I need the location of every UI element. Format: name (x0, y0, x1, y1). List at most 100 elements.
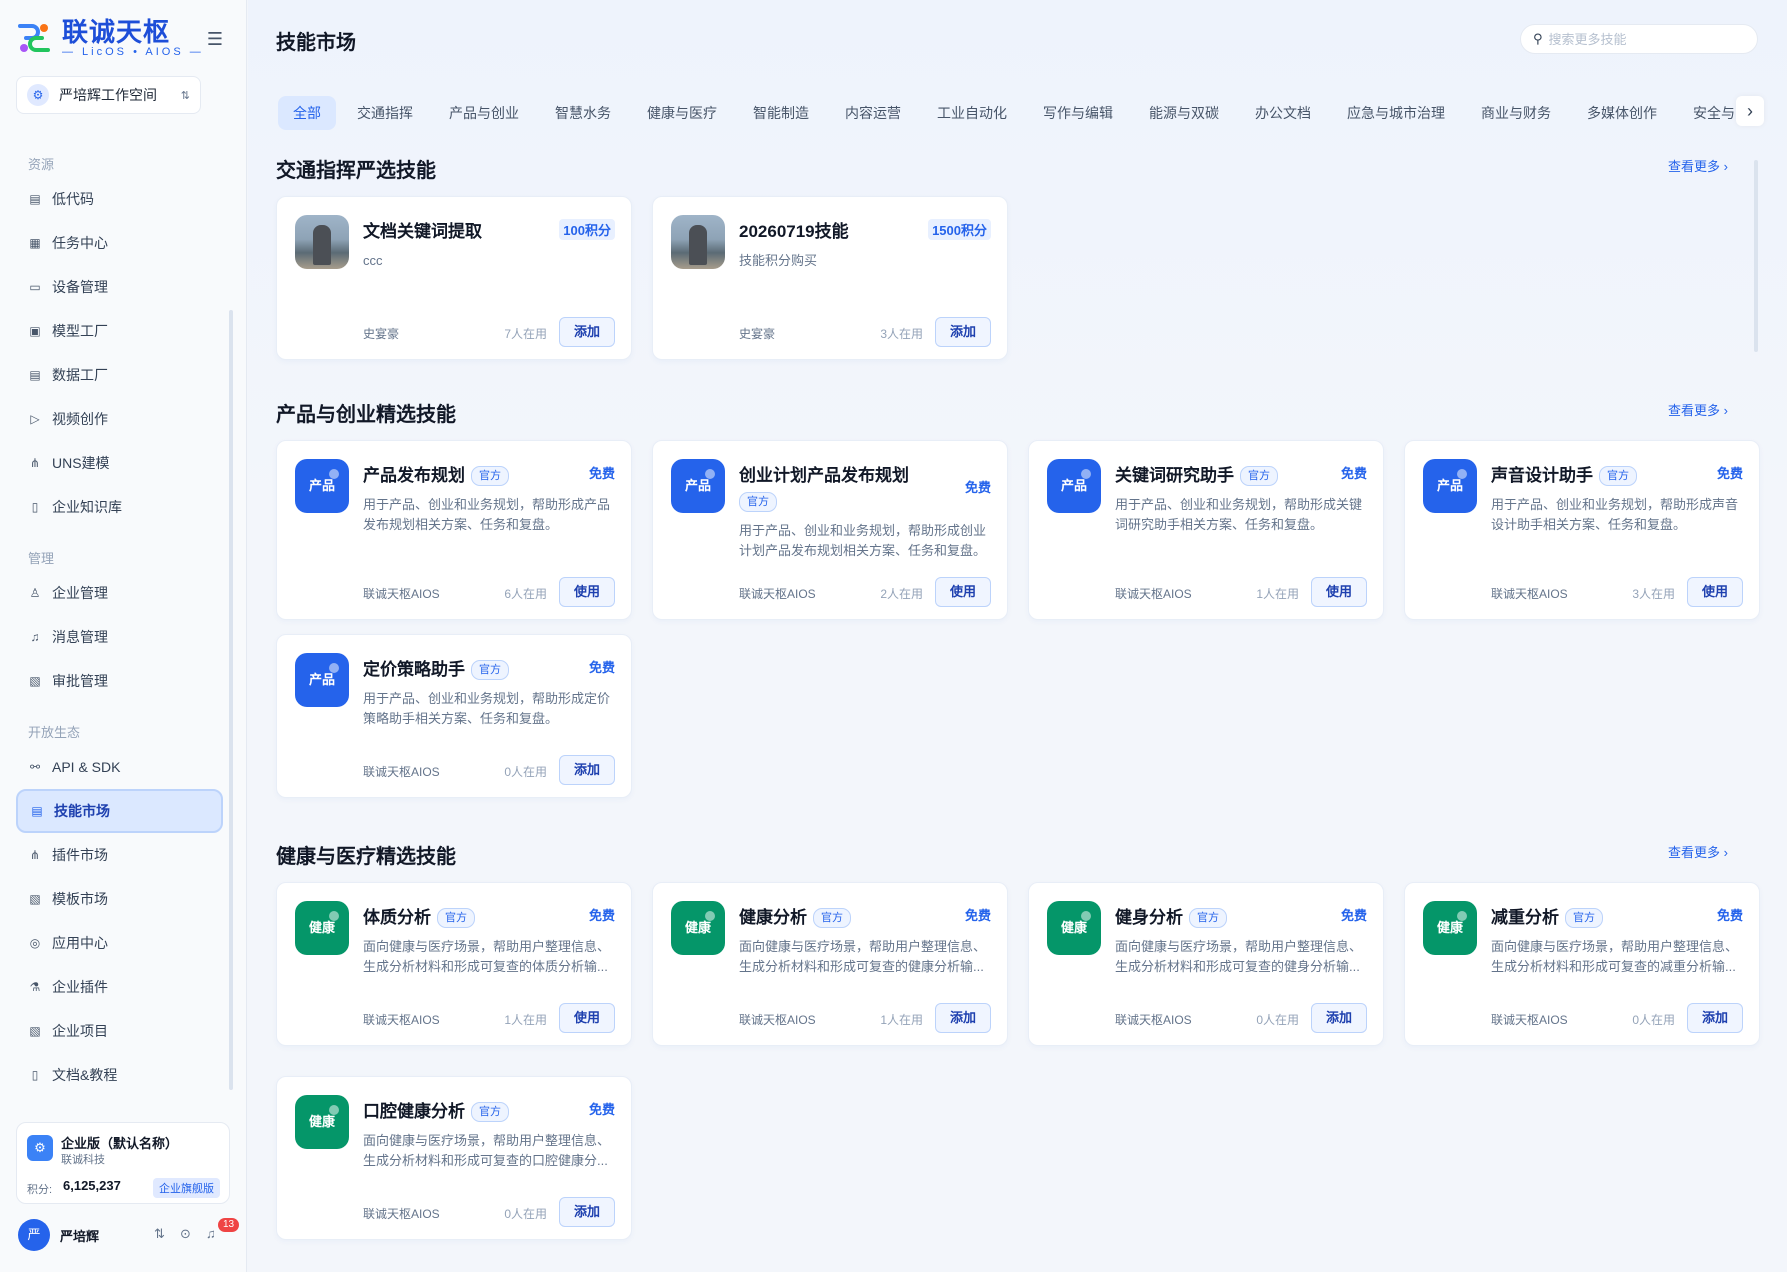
icon-dot (1081, 911, 1091, 921)
skill-card[interactable]: 健康 健康分析 官方 免费 面向健康与医疗场景，帮助用户整理信息、生成分析材料和形成可复… (652, 882, 1008, 1046)
view-more-link[interactable]: 查看更多 › (1668, 156, 1728, 175)
tab-8[interactable]: 写作与编辑 (1028, 96, 1128, 130)
avatar[interactable]: 严 (18, 1219, 50, 1251)
skill-card[interactable]: 健康 健身分析 官方 免费 面向健康与医疗场景，帮助用户整理信息、生成分析材料和形成可复… (1028, 882, 1384, 1046)
skill-card[interactable]: 健康 减重分析 官方 免费 面向健康与医疗场景，帮助用户整理信息、生成分析材料和形成可复… (1404, 882, 1760, 1046)
use-button[interactable]: 使用 (559, 577, 615, 607)
icon-dot (1081, 469, 1091, 479)
skill-card[interactable]: 20260719技能 1500积分 技能积分购买 史宴豪 3人在用 添加 (652, 196, 1008, 360)
project-icon: ▧ (29, 1024, 41, 1038)
view-more-link[interactable]: 查看更多 › (1668, 400, 1728, 419)
add-button[interactable]: 添加 (559, 317, 615, 347)
bell-icon[interactable]: ♫ (206, 1226, 216, 1241)
sidebar-item-skill-market[interactable]: ▤ 技能市场 (16, 789, 223, 833)
sidebar-item-plugin-market[interactable]: ⋔ 插件市场 (16, 835, 223, 875)
sidebar-item-app-center[interactable]: ◎ 应用中心 (16, 923, 223, 963)
skill-name-text: 减重分析 (1491, 908, 1559, 927)
sidebar-scrollbar[interactable] (229, 310, 233, 1090)
search-input[interactable] (1548, 31, 1739, 47)
skill-card[interactable]: 健康 体质分析 官方 免费 面向健康与医疗场景，帮助用户整理信息、生成分析材料和形成可复… (276, 882, 632, 1046)
skill-card[interactable]: 健康 口腔健康分析 官方 免费 面向健康与医疗场景，帮助用户整理信息、生成分析材料和形成… (276, 1076, 632, 1240)
chevron-right-icon[interactable]: › (1736, 96, 1764, 126)
calendar-icon: ▦ (29, 236, 41, 250)
tab-4[interactable]: 健康与医疗 (632, 96, 732, 130)
tab-2[interactable]: 产品与创业 (434, 96, 534, 130)
plan-card[interactable]: ⚙ 企业版（默认名称） 联诚科技 积分: 6,125,237 企业旗舰版 (16, 1122, 230, 1204)
skill-card[interactable]: 产品 关键词研究助手 官方 免费 用于产品、创业和业务规划，帮助形成关键词研究助手相关方… (1028, 440, 1384, 620)
sidebar-item-label: 企业知识库 (52, 499, 122, 515)
video-icon: ▷ (30, 412, 40, 426)
sidebar-item-lowcode[interactable]: ▤ 低代码 (16, 179, 223, 219)
sidebar-item-video[interactable]: ▷ 视频创作 (16, 399, 223, 439)
collapse-sidebar-icon[interactable]: ☰ (204, 28, 226, 50)
sidebar-item-uns[interactable]: ⋔ UNS建模 (16, 443, 223, 483)
tab-1[interactable]: 交通指挥 (342, 96, 428, 130)
skill-card[interactable]: 产品 定价策略助手 官方 免费 用于产品、创业和业务规划，帮助形成定价策略助手相关方案、… (276, 634, 632, 798)
add-button[interactable]: 添加 (1311, 1003, 1367, 1033)
view-more-link[interactable]: 查看更多 › (1668, 842, 1728, 861)
tab-9[interactable]: 能源与双碳 (1134, 96, 1234, 130)
use-button[interactable]: 使用 (935, 577, 991, 607)
sidebar-item-model-factory[interactable]: ▣ 模型工厂 (16, 311, 223, 351)
sidebar-item-knowledge[interactable]: ▯ 企业知识库 (16, 487, 223, 527)
use-button[interactable]: 使用 (1311, 577, 1367, 607)
skill-card[interactable]: 产品 创业计划产品发布规划 官方 免费 用于产品、创业和业务规划，帮助形成创业计划产品发… (652, 440, 1008, 620)
icon-dot (329, 911, 339, 921)
tab-7[interactable]: 工业自动化 (922, 96, 1022, 130)
sidebar-item-label: 插件市场 (52, 847, 108, 863)
workspace-switcher[interactable]: ⚙ 严培辉工作空间 ⇅ (16, 76, 201, 114)
skill-card[interactable]: 产品 声音设计助手 官方 免费 用于产品、创业和业务规划，帮助形成声音设计助手相关方案、… (1404, 440, 1760, 620)
tab-12[interactable]: 商业与财务 (1466, 96, 1566, 130)
plugin-icon: ⋔ (29, 848, 41, 862)
sidebar-item-tasks[interactable]: ▦ 任务中心 (16, 223, 223, 263)
tab-0[interactable]: 全部 (278, 96, 336, 130)
logo-mark-icon (18, 24, 50, 52)
skill-description: 面向健康与医疗场景，帮助用户整理信息、生成分析材料和形成可复查的健康分析输... (739, 939, 987, 974)
use-button[interactable]: 使用 (559, 1003, 615, 1033)
add-button[interactable]: 添加 (559, 755, 615, 785)
sidebar-item-label: 模板市场 (52, 891, 108, 907)
updown-arrow-icon[interactable]: ⇅ (154, 1226, 165, 1242)
user-name: 严培辉 (60, 1228, 100, 1244)
use-button[interactable]: 使用 (1687, 577, 1743, 607)
product-icon: 产品 (295, 653, 349, 707)
add-button[interactable]: 添加 (1687, 1003, 1743, 1033)
sidebar-item-api-sdk[interactable]: ⚯ API & SDK (16, 747, 223, 787)
skill-card[interactable]: 产品 产品发布规划 官方 免费 用于产品、创业和业务规划，帮助形成产品发布规划相关方案、… (276, 440, 632, 620)
tab-5[interactable]: 智能制造 (738, 96, 824, 130)
skill-name-text: 文档关键词提取 (363, 222, 482, 241)
sidebar-item-template-market[interactable]: ▧ 模板市场 (16, 879, 223, 919)
price-label: 免费 (964, 908, 991, 923)
main-scrollbar[interactable] (1754, 160, 1758, 352)
tab-13[interactable]: 多媒体创作 (1572, 96, 1672, 130)
skill-description: 面向健康与医疗场景，帮助用户整理信息、生成分析材料和形成可复查的口腔健康分... (363, 1133, 611, 1168)
add-button[interactable]: 添加 (559, 1197, 615, 1227)
sidebar-item-label: 数据工厂 (52, 367, 108, 383)
chevron-down-circle-icon[interactable]: ⊙ (180, 1226, 191, 1242)
tab-6[interactable]: 内容运营 (830, 96, 916, 130)
tab-3[interactable]: 智慧水务 (540, 96, 626, 130)
sidebar-item-docs[interactable]: ▯ 文档&教程 (16, 1055, 223, 1095)
sidebar-item-devices[interactable]: ▭ 设备管理 (16, 267, 223, 307)
template-icon: ▧ (29, 892, 41, 906)
sidebar-item-approval[interactable]: ▧ 审批管理 (16, 661, 223, 701)
tab-10[interactable]: 办公文档 (1240, 96, 1326, 130)
sidebar-item-messages[interactable]: ♫ 消息管理 (16, 617, 223, 657)
skill-author: 联诚天枢AIOS (363, 587, 440, 601)
skill-name-text: 20260719技能 (739, 222, 849, 241)
add-button[interactable]: 添加 (935, 1003, 991, 1033)
tab-11[interactable]: 应急与城市治理 (1332, 96, 1460, 130)
sidebar-item-enterprise-project[interactable]: ▧ 企业项目 (16, 1011, 223, 1051)
sidebar-item-enterprise[interactable]: ♙ 企业管理 (16, 573, 223, 613)
search-box[interactable]: ⚲ (1520, 24, 1758, 54)
sidebar-item-data-factory[interactable]: ▤ 数据工厂 (16, 355, 223, 395)
sidebar-item-enterprise-plugin[interactable]: ⚗ 企业插件 (16, 967, 223, 1007)
skill-name: 关键词研究助手 官方 (1115, 461, 1278, 486)
icon-label: 健康 (1436, 920, 1463, 935)
plan-org: 联诚科技 (61, 1154, 105, 1166)
skill-description: 面向健康与医疗场景，帮助用户整理信息、生成分析材料和形成可复查的健身分析输... (1115, 939, 1363, 974)
usage-count: 6人在用 (504, 587, 547, 601)
skill-card[interactable]: 文档关键词提取 100积分 ccc 史宴豪 7人在用 添加 (276, 196, 632, 360)
add-button[interactable]: 添加 (935, 317, 991, 347)
icon-label: 健康 (308, 920, 335, 935)
